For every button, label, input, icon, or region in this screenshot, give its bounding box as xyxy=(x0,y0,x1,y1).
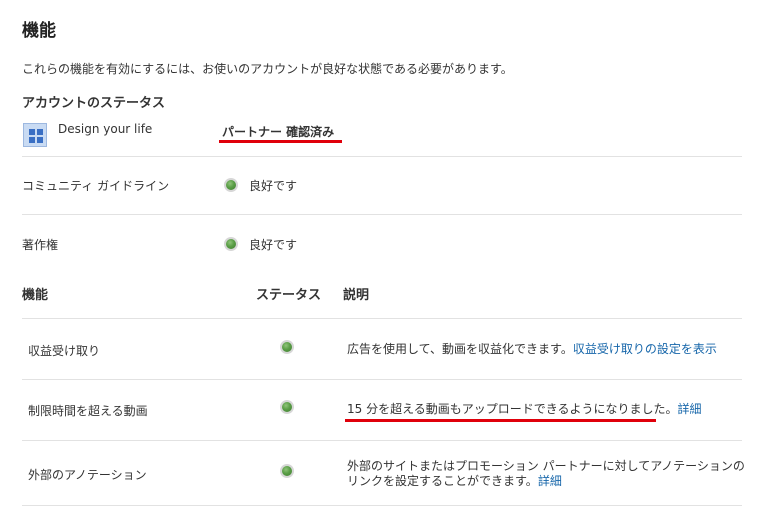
feature-description: 15 分を超える動画もアップロードできるようになりました。詳細 xyxy=(347,402,702,417)
page-title: 機能 xyxy=(22,21,56,41)
description-text: 15 分を超える動画もアップロードできるようになりました。 xyxy=(347,402,678,416)
status-ok-icon xyxy=(280,340,294,354)
community-guidelines-label: コミュニティ ガイドライン xyxy=(22,179,170,193)
status-ok-icon xyxy=(224,178,238,192)
status-ok-icon xyxy=(280,400,294,414)
feature-description: 外部のサイトまたはプロモーション パートナーに対してアノテーションの リンクを設… xyxy=(347,459,747,489)
account-status-heading: アカウントのステータス xyxy=(22,96,166,111)
channel-name: Design your life xyxy=(58,122,153,136)
highlight-underline xyxy=(345,419,656,422)
learn-more-link[interactable]: 詳細 xyxy=(678,402,702,416)
highlight-underline xyxy=(219,140,342,143)
column-header-description: 説明 xyxy=(343,288,370,303)
status-ok-icon xyxy=(280,464,294,478)
learn-more-link[interactable]: 詳細 xyxy=(538,474,562,488)
divider xyxy=(22,505,742,506)
divider xyxy=(22,318,742,319)
community-guidelines-status: 良好です xyxy=(249,179,298,193)
channel-avatar-icon xyxy=(23,123,47,147)
feature-name: 収益受け取り xyxy=(28,344,101,358)
copyright-status: 良好です xyxy=(249,238,298,252)
description-line: 外部のサイトまたはプロモーション パートナーに対してアノテーションの xyxy=(347,459,745,473)
copyright-label: 著作権 xyxy=(22,238,59,252)
description-text: リンクを設定することができます。 xyxy=(347,474,538,488)
partner-verified-badge: パートナー 確認済み xyxy=(222,125,335,139)
column-header-feature: 機能 xyxy=(22,288,49,303)
divider xyxy=(22,440,742,441)
divider xyxy=(22,214,742,215)
description-line-2: リンクを設定することができます。詳細 xyxy=(347,474,747,489)
intro-text: これらの機能を有効にするには、お使いのアカウントが良好な状態である必要があります… xyxy=(22,62,513,76)
divider xyxy=(22,156,742,157)
feature-description: 広告を使用して、動画を収益化できます。収益受け取りの設定を表示 xyxy=(347,342,717,357)
column-header-status: ステータス xyxy=(256,288,322,303)
status-ok-icon xyxy=(224,237,238,251)
divider xyxy=(22,379,742,380)
feature-name: 外部のアノテーション xyxy=(28,468,147,482)
description-text: 広告を使用して、動画を収益化できます。 xyxy=(347,342,573,356)
feature-name: 制限時間を超える動画 xyxy=(28,404,148,418)
monetization-settings-link[interactable]: 収益受け取りの設定を表示 xyxy=(573,342,717,356)
